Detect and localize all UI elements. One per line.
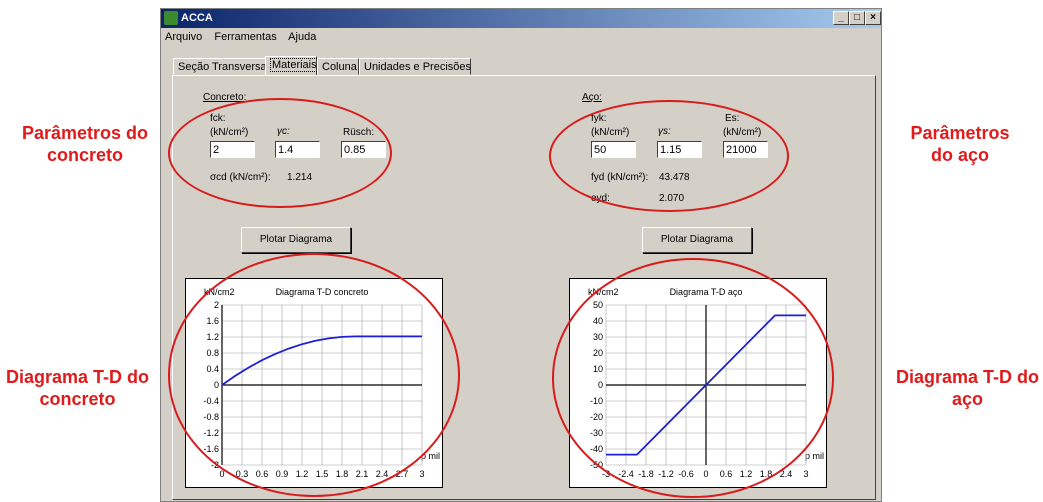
- menu-ajuda[interactable]: Ajuda: [288, 31, 316, 43]
- title-bar: ACCA _ □ ×: [161, 9, 881, 28]
- tab-secao-transversal[interactable]: Seção Transversal: [173, 58, 269, 75]
- x-axis-unit-label: p mil: [805, 451, 824, 461]
- menu-arquivo[interactable]: Arquivo: [165, 31, 202, 43]
- tab-coluna[interactable]: Coluna: [317, 58, 359, 75]
- annotation-steel-diagram: Diagrama T-D do aço: [895, 367, 1040, 409]
- menu-bar: Arquivo Ferramentas Ajuda: [165, 31, 325, 43]
- annotation-concrete-params: Parâmetros do concreto: [21, 123, 149, 165]
- tab-unidades-e-precisoes[interactable]: Unidades e Precisões: [359, 58, 471, 75]
- menu-ferramentas[interactable]: Ferramentas: [214, 31, 276, 43]
- concrete-params-highlight: [168, 98, 392, 208]
- minimize-button[interactable]: _: [833, 11, 849, 25]
- x-tick-label: 3: [419, 469, 424, 479]
- app-icon: [164, 11, 178, 25]
- maximize-button[interactable]: □: [849, 11, 865, 25]
- steel-diagram-highlight: [552, 258, 834, 498]
- steel-section-label: Aço:: [582, 92, 603, 103]
- tab-materiais[interactable]: Materiais: [265, 56, 319, 76]
- close-button[interactable]: ×: [865, 11, 881, 25]
- plot-concrete-button[interactable]: Plotar Diagrama: [241, 227, 351, 253]
- annotation-steel-params: Parâmetros do aço: [910, 123, 1010, 165]
- plot-steel-button[interactable]: Plotar Diagrama: [642, 227, 752, 253]
- steel-params-highlight: [549, 100, 789, 212]
- concrete-diagram-highlight: [168, 253, 460, 497]
- window-title: ACCA: [181, 12, 213, 24]
- annotation-concrete-diagram: Diagrama T-D do concreto: [5, 367, 150, 409]
- x-tick-label: 3: [803, 469, 808, 479]
